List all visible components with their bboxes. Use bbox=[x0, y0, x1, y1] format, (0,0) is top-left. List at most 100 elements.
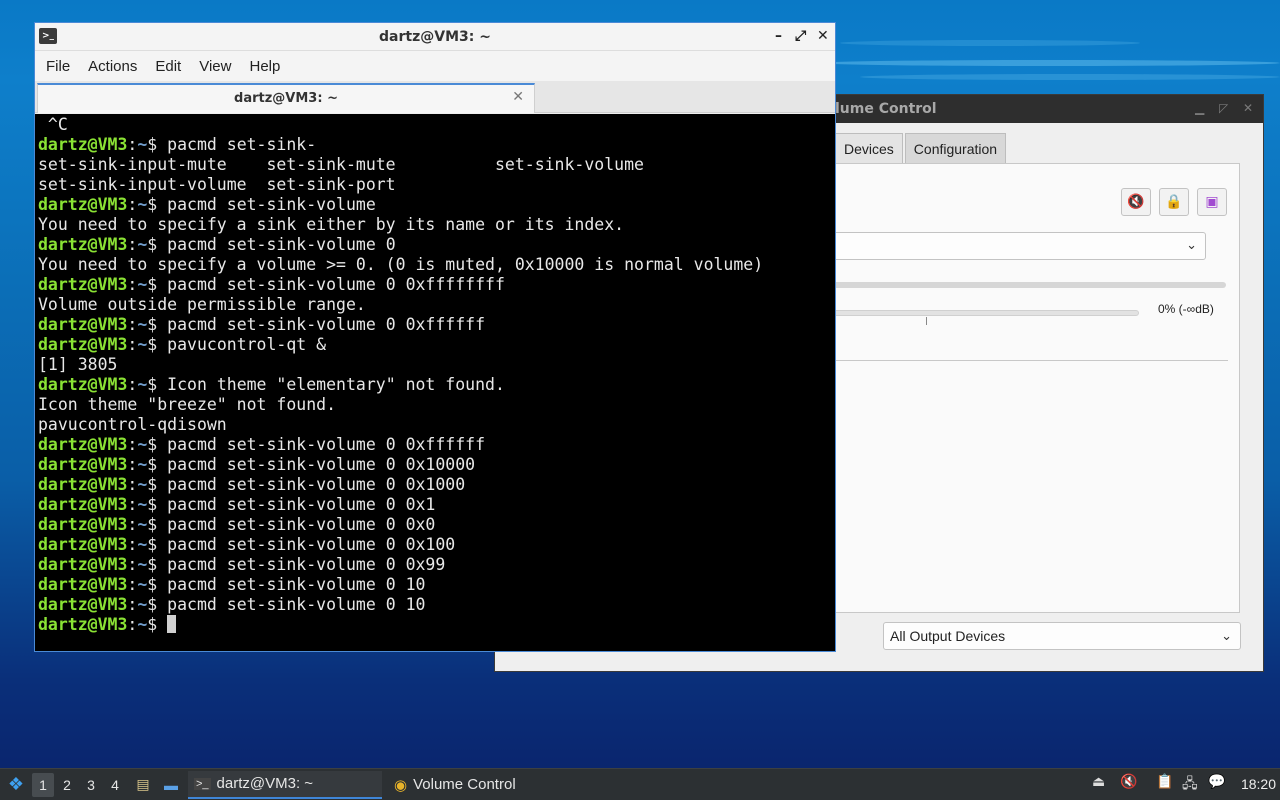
prompt-user: dartz@VM3 bbox=[38, 475, 128, 494]
menu-actions[interactable]: Actions bbox=[79, 58, 146, 75]
terminal-line: dartz@VM3:~$ pacmd set-sink-volume 0 0x1… bbox=[38, 475, 832, 495]
prompt-symbol: $ bbox=[147, 235, 168, 254]
prompt-separator: : bbox=[127, 315, 138, 334]
terminal-line: dartz@VM3:~$ pacmd set-sink-volume 0 bbox=[38, 235, 832, 255]
terminal-line: dartz@VM3:~$ pacmd set-sink-volume 0 0x1 bbox=[38, 495, 832, 515]
terminal-line: Icon theme "breeze" not found. bbox=[38, 395, 832, 415]
clock: 18:20 bbox=[1240, 776, 1276, 792]
terminal-line: dartz@VM3:~$ pacmd set-sink-volume 0 0x1… bbox=[38, 455, 832, 475]
output-text: set-sink-input-mute set-sink-mute set-si… bbox=[38, 155, 644, 174]
command-text: pacmd set-sink-volume bbox=[167, 195, 376, 214]
prompt-path: ~ bbox=[137, 235, 148, 254]
output-text: You need to specify a volume >= 0. (0 is… bbox=[38, 255, 764, 274]
command-text: pavucontrol-qt & bbox=[167, 335, 327, 354]
prompt-separator: : bbox=[127, 515, 138, 534]
terminal-output[interactable]: ^C dartz@VM3:~$ pacmd set-sink-set-sink-i… bbox=[35, 114, 835, 651]
terminal-line: dartz@VM3:~$ pacmd set-sink-volume 0 0x0 bbox=[38, 515, 832, 535]
maximize-icon[interactable]: ◸ bbox=[1219, 101, 1228, 115]
command-text: pacmd set-sink-volume 0 0x1 bbox=[167, 495, 436, 514]
terminal-window[interactable]: >_ dartz@VM3: ~ – ⤢ ✕ File Actions Edit … bbox=[34, 22, 836, 652]
prompt-symbol: $ bbox=[147, 315, 168, 334]
mute-button[interactable]: 🔇 bbox=[1121, 188, 1151, 216]
menu-help[interactable]: Help bbox=[240, 58, 289, 75]
minimize-icon[interactable]: ▁ bbox=[1195, 101, 1204, 115]
set-default-button[interactable]: ▣ bbox=[1197, 188, 1227, 216]
prompt-symbol: $ bbox=[147, 195, 168, 214]
prompt-separator: : bbox=[127, 235, 138, 254]
prompt-user: dartz@VM3 bbox=[38, 315, 128, 334]
task-volume-control[interactable]: ◉ Volume Control bbox=[388, 771, 584, 799]
show-desktop-icon[interactable]: ▬ bbox=[160, 775, 182, 795]
close-icon[interactable]: ✕ bbox=[817, 28, 829, 44]
show-devices-value: All Output Devices bbox=[890, 628, 1006, 644]
menu-edit[interactable]: Edit bbox=[146, 58, 190, 75]
prompt-separator: : bbox=[127, 615, 138, 634]
task-terminal[interactable]: >_ dartz@VM3: ~ bbox=[188, 770, 382, 799]
volume-control-icon: ◉ bbox=[394, 776, 408, 794]
workspace-2[interactable]: 2 bbox=[56, 773, 78, 797]
command-text: pacmd set-sink-volume 0 0x100 bbox=[167, 535, 456, 554]
prompt-user: dartz@VM3 bbox=[38, 335, 128, 354]
command-text: pacmd set-sink-volume 0 10 bbox=[167, 595, 426, 614]
network-icon[interactable]: 🖧 bbox=[1182, 773, 1198, 797]
tab-output-devices[interactable]: Devices bbox=[835, 133, 903, 163]
command-text: pacmd set-sink-volume 0 0xffffffff bbox=[167, 275, 505, 294]
prompt-path: ~ bbox=[137, 135, 148, 154]
prompt-user: dartz@VM3 bbox=[38, 535, 128, 554]
close-tab-icon[interactable]: ✕ bbox=[512, 89, 524, 105]
prompt-separator: : bbox=[127, 575, 138, 594]
prompt-path: ~ bbox=[137, 515, 148, 534]
close-icon[interactable]: ✕ bbox=[1243, 101, 1253, 115]
eject-icon[interactable]: ⏏ bbox=[1092, 773, 1105, 790]
terminal-titlebar[interactable]: >_ dartz@VM3: ~ – ⤢ ✕ bbox=[35, 23, 835, 51]
terminal-line: dartz@VM3:~$ pacmd set-sink- bbox=[38, 135, 832, 155]
tab-configuration[interactable]: Configuration bbox=[904, 133, 1007, 163]
prompt-path: ~ bbox=[137, 375, 148, 394]
terminal-line: dartz@VM3:~$ pacmd set-sink-volume 0 0x9… bbox=[38, 555, 832, 575]
terminal-tabbar: dartz@VM3: ~ ✕ bbox=[35, 81, 835, 113]
clipboard-icon[interactable]: 📋 bbox=[1156, 773, 1173, 790]
prompt-path: ~ bbox=[137, 475, 148, 494]
file-manager-icon[interactable]: ▤ bbox=[132, 775, 154, 795]
prompt-user: dartz@VM3 bbox=[38, 235, 128, 254]
prompt-user: dartz@VM3 bbox=[38, 595, 128, 614]
command-text: pacmd set-sink-volume 0 10 bbox=[167, 575, 426, 594]
prompt-symbol: $ bbox=[147, 135, 168, 154]
set-default-icon: ▣ bbox=[1205, 194, 1219, 210]
prompt-symbol: $ bbox=[147, 375, 168, 394]
slider-tick-mark bbox=[926, 317, 927, 325]
prompt-symbol: $ bbox=[147, 515, 168, 534]
workspace-3[interactable]: 3 bbox=[80, 773, 102, 797]
prompt-separator: : bbox=[127, 535, 138, 554]
prompt-path: ~ bbox=[137, 315, 148, 334]
prompt-user: dartz@VM3 bbox=[38, 375, 128, 394]
start-menu-icon[interactable]: ❖ bbox=[2, 771, 30, 799]
minimize-icon[interactable]: – bbox=[775, 28, 782, 44]
output-text: You need to specify a sink either by its… bbox=[38, 215, 625, 234]
prompt-path: ~ bbox=[137, 455, 148, 474]
notification-icon[interactable]: 💬 bbox=[1208, 773, 1225, 790]
task-volume-control-label: Volume Control bbox=[413, 776, 516, 793]
menu-view[interactable]: View bbox=[190, 58, 240, 75]
workspace-1[interactable]: 1 bbox=[32, 772, 54, 797]
show-devices-select[interactable]: All Output Devices ⌄ bbox=[883, 622, 1241, 650]
command-text: pacmd set-sink-volume 0 0x1000 bbox=[167, 475, 466, 494]
terminal-line: pavucontrol-qdisown bbox=[38, 415, 832, 435]
menu-file[interactable]: File bbox=[37, 58, 79, 75]
workspace-4[interactable]: 4 bbox=[104, 773, 126, 797]
terminal-tab[interactable]: dartz@VM3: ~ ✕ bbox=[37, 83, 535, 113]
prompt-separator: : bbox=[127, 435, 138, 454]
prompt-separator: : bbox=[127, 135, 138, 154]
command-text: pacmd set-sink-volume 0 0xffffff bbox=[167, 315, 486, 334]
terminal-icon: >_ bbox=[194, 777, 211, 790]
volume-muted-icon[interactable]: 🔇 bbox=[1120, 773, 1137, 790]
prompt-path: ~ bbox=[137, 275, 148, 294]
prompt-separator: : bbox=[127, 195, 138, 214]
prompt-symbol: $ bbox=[147, 475, 168, 494]
prompt-separator: : bbox=[127, 375, 138, 394]
lock-channels-button[interactable]: 🔒 bbox=[1159, 188, 1189, 216]
prompt-symbol: $ bbox=[147, 595, 168, 614]
output-text: pavucontrol-qdisown bbox=[38, 415, 227, 434]
terminal-line: ^C bbox=[38, 115, 832, 135]
maximize-icon[interactable]: ⤢ bbox=[795, 28, 806, 44]
